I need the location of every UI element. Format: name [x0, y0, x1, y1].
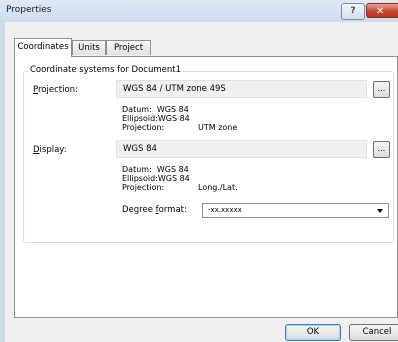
- projection-browse-button[interactable]: ...: [373, 81, 390, 98]
- projection-field[interactable]: WGS 84 / UTM zone 49S: [116, 80, 367, 98]
- group-title: Coordinate systems for Document1: [28, 65, 183, 75]
- chevron-down-icon: [377, 209, 383, 213]
- display-ellipsoid: Ellipsoid:WGS 84: [122, 174, 190, 183]
- coordinate-systems-group: Coordinate systems for Document1 Project…: [23, 65, 394, 243]
- close-button[interactable]: ✕: [366, 3, 398, 18]
- window-title: Properties: [6, 5, 52, 15]
- tab-coordinates[interactable]: Coordinates: [14, 38, 72, 57]
- tab-project-label: Project: [113, 43, 144, 53]
- ok-button[interactable]: OK: [285, 324, 341, 341]
- projection-projection: Projection: UTM zone: [122, 123, 238, 132]
- properties-dialog: Properties ? ✕ Coordinates Units Project…: [0, 0, 398, 342]
- display-field[interactable]: WGS 84: [116, 140, 367, 158]
- display-datum: Datum: WGS 84: [122, 165, 189, 174]
- display-browse-button[interactable]: ...: [373, 141, 390, 158]
- tab-units[interactable]: Units: [72, 40, 106, 55]
- display-label: Display:: [33, 145, 67, 155]
- help-button[interactable]: ?: [341, 3, 365, 20]
- degree-format-label: Degree format:: [122, 205, 187, 215]
- projection-label: Projection:: [33, 85, 78, 95]
- title-bar: Properties ? ✕: [0, 0, 398, 22]
- cancel-button[interactable]: Cancel: [349, 324, 398, 341]
- projection-datum: Datum: WGS 84: [122, 105, 189, 114]
- degree-format-select[interactable]: -xx.xxxxx: [202, 203, 389, 218]
- dialog-body: Coordinates Units Project Coordinate sys…: [5, 22, 398, 342]
- projection-ellipsoid: Ellipsoid:WGS 84: [122, 114, 190, 123]
- tab-project[interactable]: Project: [106, 40, 151, 55]
- degree-format-value: -xx.xxxxx: [208, 206, 242, 214]
- coordinates-panel: Coordinate systems for Document1 Project…: [14, 56, 398, 318]
- display-projection: Projection: Long./Lat.: [122, 183, 238, 192]
